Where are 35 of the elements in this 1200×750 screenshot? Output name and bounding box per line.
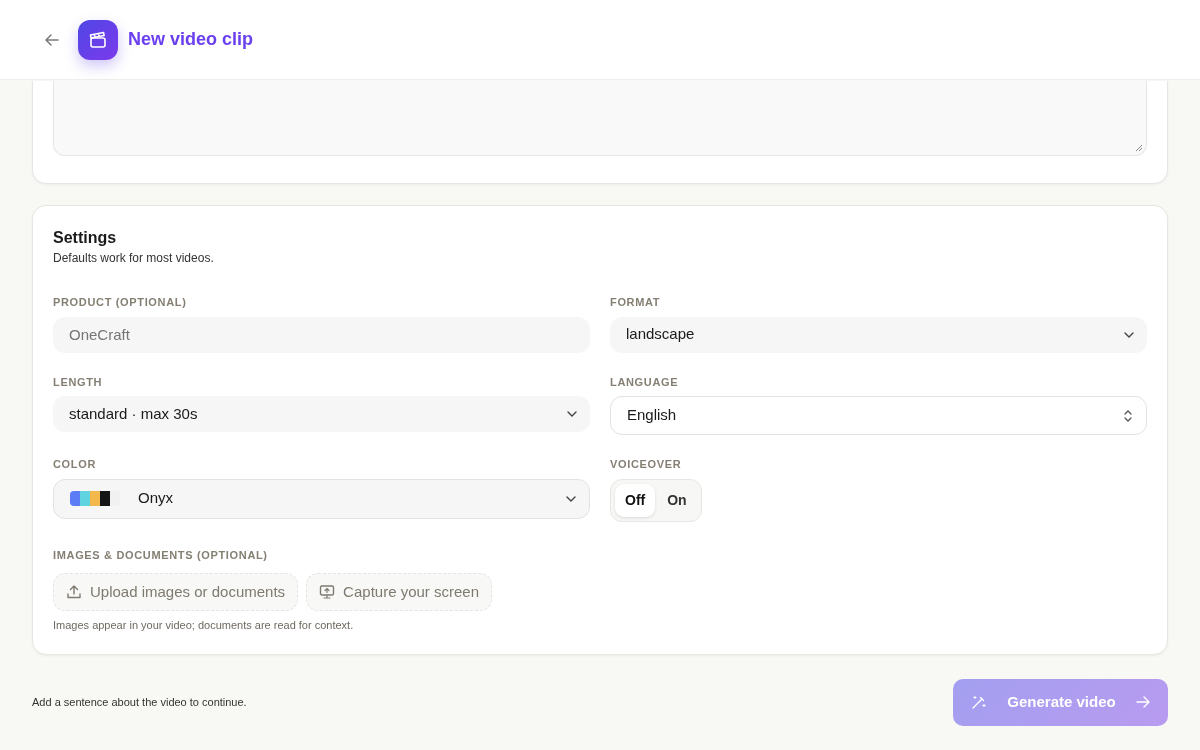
field-label: LENGTH [53,374,103,390]
field-label: VOICEOVER [610,457,682,473]
page-title: New video clip [128,28,254,51]
upload-button[interactable]: Upload images or documents [53,573,299,612]
dropdown[interactable]: landscape [610,316,1147,353]
field-label: PRODUCT (OPTIONAL) [53,295,187,311]
toggle-option[interactable]: On [657,483,697,517]
description-field[interactable] [53,81,1147,156]
product-field[interactable]: OneCraft [53,316,590,353]
dropdown[interactable]: Onyx [53,478,590,519]
dropdown-value: English [627,405,678,426]
clapperboard-icon [78,19,118,60]
dropdown-value: landscape [626,324,696,345]
section-title: Settings [53,228,118,248]
section-subtitle: Defaults work for most videos. [53,250,215,268]
toggle-option[interactable]: Off [615,483,656,517]
capture-button[interactable]: Capture your screen [306,573,492,612]
field-label: LANGUAGE [610,374,679,390]
dropdown-value: Onyx [138,488,174,509]
magic-wand-icon [971,694,988,711]
field-label: COLOR [53,457,97,473]
hint-text: Images appear in your video; documents are read for context. [53,618,355,634]
dropdown[interactable]: standard · max 30s [53,396,590,433]
dropdown-value: standard · max 30s [69,403,199,424]
upload-icon [66,584,82,601]
monitor-icon [319,584,336,601]
palette-swatch-icon [70,491,120,507]
back-arrow-icon[interactable] [44,31,60,48]
field-label: IMAGES & DOCUMENTS (OPTIONAL) [53,547,268,563]
dropdown[interactable]: English [610,396,1147,436]
resize-grip-icon [1135,144,1143,152]
up-down-chevron-icon [1122,408,1134,423]
hint-text: Add a sentence about the video to continue. [32,694,247,710]
arrow-right-icon [1135,695,1150,710]
field-label: FORMAT [610,295,661,311]
